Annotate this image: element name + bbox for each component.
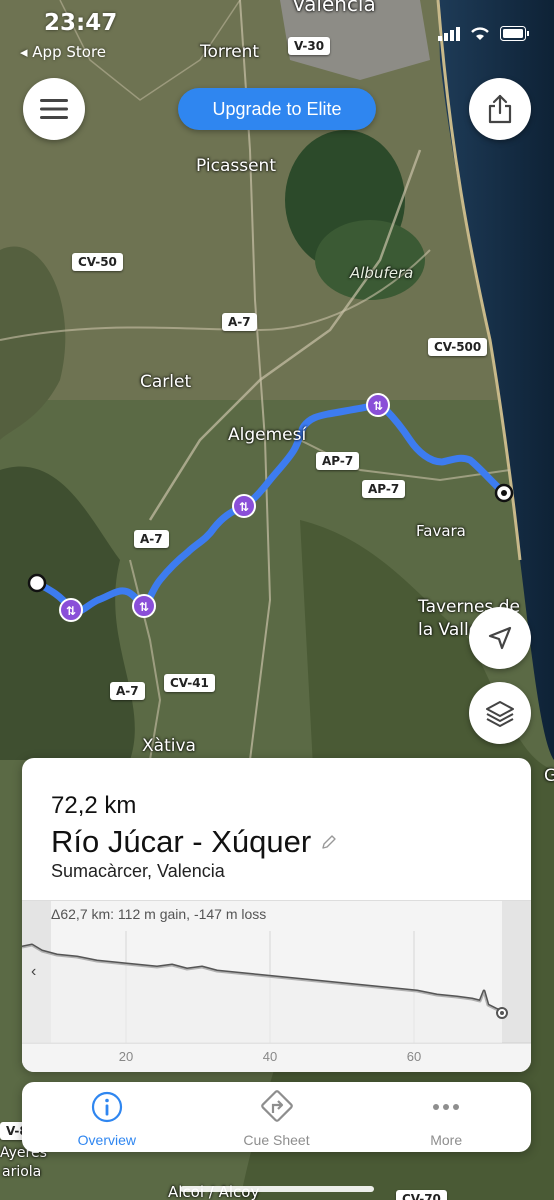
waypoint-marker-1: ⇅	[59, 598, 83, 622]
svg-text:⇅: ⇅	[66, 604, 76, 618]
svg-text:⇅: ⇅	[373, 399, 383, 413]
place-label: Algemesí	[228, 425, 307, 445]
locate-me-button[interactable]	[469, 607, 531, 669]
road-shield: CV-70	[396, 1190, 447, 1200]
hamburger-menu-icon	[40, 99, 68, 119]
status-time: 23:47	[44, 10, 118, 36]
home-indicator	[180, 1186, 374, 1192]
more-dots-icon	[433, 1104, 460, 1110]
road-shield: AP-7	[362, 480, 406, 498]
road-shield: CV-500	[428, 338, 488, 356]
bottom-tab-bar: Overview Cue Sheet More	[22, 1082, 531, 1152]
x-axis-tick: 60	[406, 1049, 422, 1064]
place-label: G	[544, 766, 554, 786]
layers-icon	[486, 701, 514, 727]
share-icon	[488, 94, 512, 124]
info-icon	[91, 1091, 122, 1123]
map-layers-button[interactable]	[469, 682, 531, 744]
road-shield: V-30	[288, 37, 331, 55]
place-label: Valencia	[292, 0, 376, 16]
location-arrow-icon	[488, 626, 512, 650]
road-shield: CV-41	[164, 674, 215, 692]
waypoint-marker-4: ⇅	[366, 393, 390, 417]
place-label: Favara	[416, 522, 466, 540]
route-start-marker	[27, 573, 47, 593]
tab-cue-sheet[interactable]: Cue Sheet	[192, 1082, 362, 1152]
waypoint-marker-3: ⇅	[232, 494, 256, 518]
road-shield: CV-50	[72, 253, 123, 271]
place-label: Carlet	[140, 372, 192, 392]
elevation-profile[interactable]: Δ62,7 km: 112 m gain, -147 m loss ‹ 20 4…	[22, 900, 531, 1072]
route-info-card[interactable]: 72,2 km Río Júcar - Xúquer Sumacàrcer, V…	[22, 758, 531, 1072]
x-axis-tick: 40	[262, 1049, 278, 1064]
place-label: Albufera	[350, 264, 414, 282]
tab-more[interactable]: More	[361, 1082, 531, 1152]
status-indicators	[438, 26, 530, 41]
edit-pencil-icon[interactable]	[321, 834, 337, 850]
place-label: ariola	[2, 1164, 42, 1180]
road-shield: AP-7	[316, 452, 360, 470]
battery-icon	[500, 26, 529, 41]
chevron-left-icon[interactable]: ‹	[31, 963, 36, 981]
tab-label: Overview	[77, 1132, 137, 1148]
menu-button[interactable]	[23, 78, 85, 140]
elevation-chart	[22, 901, 531, 1044]
tab-label: More	[430, 1132, 463, 1148]
route-title: Río Júcar - Xúquer	[51, 824, 312, 859]
place-label: Xàtiva	[142, 736, 196, 756]
road-shield: A-7	[134, 530, 169, 548]
x-axis-tick: 20	[118, 1049, 134, 1064]
elevation-summary: Δ62,7 km: 112 m gain, -147 m loss	[51, 906, 267, 922]
place-label: Picassent	[196, 156, 276, 176]
wifi-icon	[471, 27, 489, 40]
place-label: Torrent	[200, 42, 260, 62]
road-shield: A-7	[110, 682, 145, 700]
turn-arrow-icon	[260, 1090, 293, 1122]
route-title-row: Río Júcar - Xúquer	[51, 824, 337, 860]
road-shield: A-7	[222, 313, 257, 331]
route-location: Sumacàrcer, Valencia	[51, 861, 225, 881]
svg-text:⇅: ⇅	[239, 500, 249, 514]
route-distance: 72,2 km	[51, 792, 137, 819]
tab-label: Cue Sheet	[243, 1132, 310, 1148]
svg-text:⇅: ⇅	[139, 600, 149, 614]
waypoint-marker-2: ⇅	[132, 594, 156, 618]
signal-icon	[438, 26, 460, 41]
tab-overview[interactable]: Overview	[22, 1082, 192, 1152]
upgrade-button[interactable]: Upgrade to Elite	[178, 88, 376, 130]
share-button[interactable]	[469, 78, 531, 140]
back-to-app-store-link[interactable]: ◂ App Store	[20, 43, 106, 61]
